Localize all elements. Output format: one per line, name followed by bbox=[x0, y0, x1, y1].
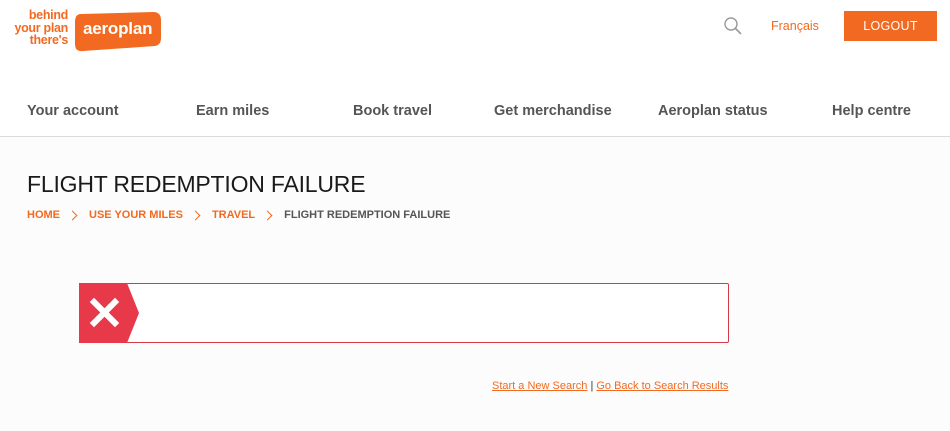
start-new-search-link[interactable]: Start a New Search bbox=[492, 380, 587, 392]
search-icon[interactable] bbox=[723, 16, 743, 36]
nav-item-aeroplan-status[interactable]: Aeroplan status bbox=[658, 103, 768, 119]
link-separator: | bbox=[590, 380, 594, 392]
breadcrumb-use-your-miles[interactable]: USE YOUR MILES bbox=[89, 209, 183, 221]
chevron-right-icon bbox=[67, 210, 78, 220]
tagline-line-1: behind bbox=[28, 8, 68, 22]
site-header: behind your plan there's aeroplan França… bbox=[0, 0, 950, 60]
page-title: FLIGHT REDEMPTION FAILURE bbox=[27, 171, 366, 197]
logo-wordmark: aeroplan bbox=[83, 19, 153, 38]
error-message-box bbox=[79, 283, 729, 343]
nav-item-book-travel[interactable]: Book travel bbox=[353, 103, 432, 119]
main-navigation: Your account Earn miles Book travel Get … bbox=[0, 88, 950, 137]
nav-item-get-merchandise[interactable]: Get merchandise bbox=[494, 103, 612, 119]
back-to-results-link[interactable]: Go Back to Search Results bbox=[596, 380, 728, 392]
close-x-icon bbox=[79, 283, 139, 343]
brand-tagline: behind your plan there's bbox=[6, 9, 68, 47]
breadcrumb-home[interactable]: HOME bbox=[27, 209, 60, 221]
nav-item-your-account[interactable]: Your account bbox=[27, 103, 119, 119]
breadcrumb-current: FLIGHT REDEMPTION FAILURE bbox=[284, 209, 451, 221]
main-content: FLIGHT REDEMPTION FAILURE HOME USE YOUR … bbox=[0, 137, 950, 431]
language-toggle-link[interactable]: Français bbox=[771, 19, 819, 33]
logout-button[interactable]: LOGOUT bbox=[844, 11, 937, 41]
nav-item-earn-miles[interactable]: Earn miles bbox=[196, 103, 269, 119]
chevron-right-icon bbox=[190, 210, 201, 220]
breadcrumb-travel[interactable]: TRAVEL bbox=[212, 209, 255, 221]
breadcrumb: HOME USE YOUR MILES TRAVEL FLIGHT REDEMP… bbox=[27, 209, 450, 221]
tagline-line-3: there's bbox=[29, 33, 69, 47]
chevron-right-icon bbox=[262, 210, 273, 220]
result-links: Start a New Search | Go Back to Search R… bbox=[492, 380, 728, 392]
nav-item-help-centre[interactable]: Help centre bbox=[832, 103, 911, 119]
